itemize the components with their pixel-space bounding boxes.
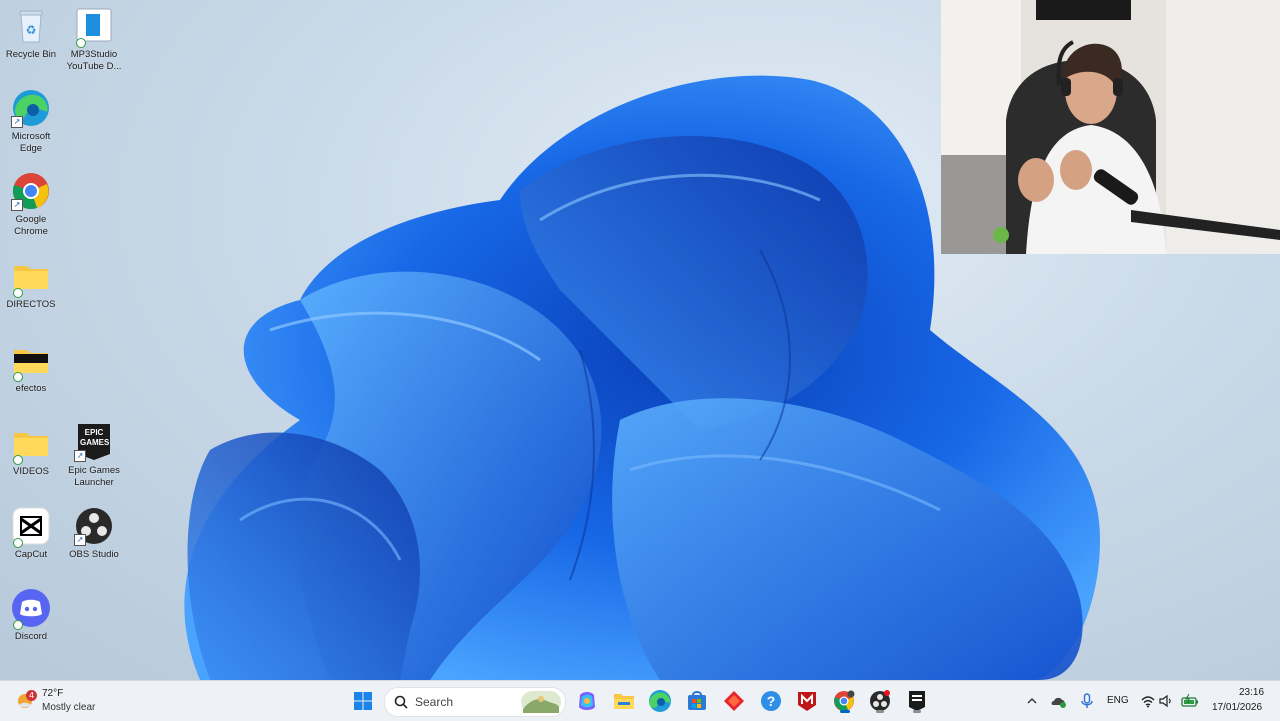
running-indicator bbox=[876, 710, 884, 713]
recycle-bin-icon: ♻ bbox=[11, 6, 51, 46]
start-button[interactable] bbox=[349, 687, 377, 715]
desktop-icon-label: Discord bbox=[14, 631, 48, 642]
edge-button[interactable] bbox=[646, 687, 674, 715]
desktop-icon-recycle-bin[interactable]: ♻ Recycle Bin bbox=[0, 6, 62, 61]
desktop-icon-obs-studio[interactable]: ↗ OBS Studio bbox=[63, 506, 125, 561]
weather-condition: Mostly clear bbox=[42, 702, 96, 713]
mcafee-button[interactable] bbox=[793, 687, 821, 715]
copilot-icon bbox=[579, 692, 595, 710]
desktop-icon-label: efectos bbox=[15, 383, 47, 394]
desktop-icon-label: OBS Studio bbox=[69, 549, 119, 560]
shortcut-arrow-icon: ↗ bbox=[11, 199, 23, 211]
cloud-sync-icon bbox=[13, 455, 23, 465]
volume-icon[interactable] bbox=[1158, 693, 1174, 709]
search-icon bbox=[394, 695, 408, 709]
help-button[interactable]: ? bbox=[757, 687, 785, 715]
file-explorer-button[interactable] bbox=[610, 687, 638, 715]
desktop-icon-label: Recycle Bin bbox=[5, 49, 57, 60]
desktop-icon-chrome[interactable]: ↗ Google Chrome bbox=[0, 171, 62, 238]
edge-icon bbox=[649, 690, 671, 712]
taskbar-search[interactable]: Search bbox=[384, 687, 566, 717]
obs-button[interactable] bbox=[866, 687, 894, 715]
shortcut-arrow-icon: ↗ bbox=[74, 450, 86, 462]
search-highlight-icon bbox=[521, 691, 561, 713]
webcam-overlay bbox=[941, 0, 1280, 254]
desktop-icon-directos-folder[interactable]: DIRECTOS bbox=[0, 256, 62, 311]
search-placeholder: Search bbox=[415, 695, 454, 709]
weather-temperature: 72°F bbox=[42, 688, 64, 699]
desktop-icon-label: Microsoft Edge bbox=[11, 131, 51, 154]
shortcut-arrow-icon: ↗ bbox=[74, 534, 86, 546]
discord-icon bbox=[11, 588, 51, 630]
shortcut-arrow-icon: ↗ bbox=[11, 116, 23, 128]
folder-icon bbox=[11, 256, 51, 298]
desktop-icon-label: Google Chrome bbox=[14, 214, 48, 237]
desktop-icon-label: MP3Studio YouTube D... bbox=[66, 49, 122, 72]
chrome-button[interactable] bbox=[830, 687, 858, 715]
cloud-sync-icon bbox=[13, 538, 23, 548]
folder-icon bbox=[11, 340, 51, 382]
mcafee-icon bbox=[798, 692, 816, 711]
epic-games-icon: EPIC GAMES ↗ bbox=[74, 422, 114, 462]
wifi-icon[interactable] bbox=[1140, 693, 1156, 709]
webcam-feed bbox=[941, 0, 1280, 254]
folder-icon bbox=[11, 423, 51, 465]
running-indicator bbox=[913, 710, 921, 713]
epic-logo-text: EPIC GAMES bbox=[80, 428, 110, 447]
battery-icon[interactable] bbox=[1180, 692, 1200, 710]
running-indicator bbox=[840, 710, 850, 713]
cloud-sync-icon bbox=[13, 620, 23, 630]
clock-time[interactable]: 23:16 bbox=[1239, 687, 1264, 698]
desktop-icon-mp3studio[interactable]: MP3Studio YouTube D... bbox=[63, 6, 125, 73]
edge-icon: ↗ bbox=[11, 88, 51, 128]
desktop-icon-capcut[interactable]: CapCut bbox=[0, 506, 62, 561]
diamond-app-button[interactable] bbox=[720, 687, 748, 715]
cloud-sync-icon bbox=[13, 372, 23, 382]
epic-games-button[interactable] bbox=[903, 687, 931, 715]
language-indicator[interactable]: ENG bbox=[1107, 695, 1129, 706]
chrome-icon: ↗ bbox=[11, 171, 51, 211]
copilot-button[interactable] bbox=[573, 687, 601, 715]
desktop-icon-videos-folder[interactable]: VIDEOS bbox=[0, 423, 62, 478]
capcut-icon bbox=[11, 506, 51, 548]
obs-icon: ↗ bbox=[74, 506, 114, 546]
store-button[interactable] bbox=[683, 687, 711, 715]
microphone-icon[interactable] bbox=[1078, 692, 1096, 710]
diamond-app-icon bbox=[724, 691, 744, 711]
desktop-icon-label: DIRECTOS bbox=[6, 299, 56, 310]
onedrive-icon[interactable] bbox=[1050, 692, 1068, 710]
cloud-sync-icon bbox=[13, 288, 23, 298]
weather-widget[interactable]: 4 72°F Mostly clear bbox=[16, 686, 126, 716]
svg-text:♻: ♻ bbox=[26, 23, 37, 37]
svg-text:?: ? bbox=[767, 693, 776, 709]
desktop-icon-label: VIDEOS bbox=[13, 466, 49, 477]
desktop-icon-label: CapCut bbox=[14, 549, 48, 560]
desktop-icon-discord[interactable]: Discord bbox=[0, 588, 62, 643]
desktop-icon-efectos-folder[interactable]: efectos bbox=[0, 340, 62, 395]
taskbar: 4 72°F Mostly clear Search ? ENG 23:16 1… bbox=[0, 680, 1280, 721]
store-icon bbox=[688, 691, 706, 710]
desktop-icon-edge[interactable]: ↗ Microsoft Edge bbox=[0, 88, 62, 155]
tray-overflow-chevron-icon[interactable] bbox=[1024, 693, 1040, 709]
windows-start-icon bbox=[354, 692, 372, 710]
desktop-icon-label: Epic Games Launcher bbox=[68, 465, 120, 488]
cloud-sync-icon bbox=[76, 38, 86, 48]
mp3studio-icon bbox=[74, 6, 114, 48]
help-icon: ? bbox=[761, 691, 781, 711]
file-explorer-icon bbox=[614, 694, 634, 709]
desktop-icon-epic-games[interactable]: EPIC GAMES ↗ Epic Games Launcher bbox=[63, 422, 125, 489]
clock-date[interactable]: 17/01/2026 bbox=[1212, 702, 1262, 713]
weather-badge: 4 bbox=[26, 690, 37, 701]
